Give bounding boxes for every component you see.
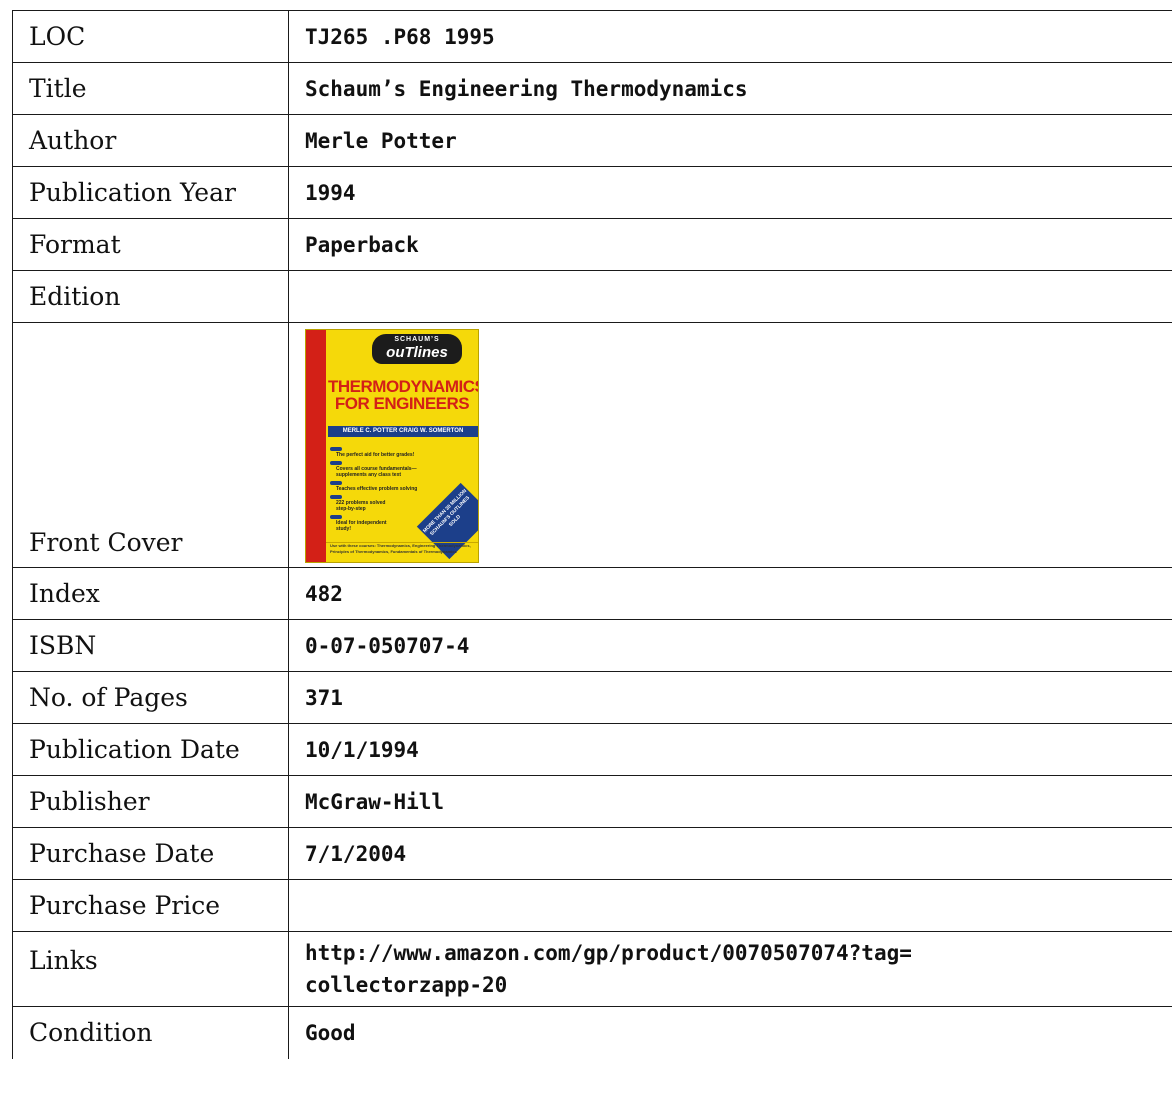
label-title: Title — [12, 62, 289, 115]
cover-title-line1: THERMODYNAMICS — [328, 377, 479, 396]
value-isbn: 0-07-050707-4 — [288, 619, 1172, 672]
label-purchase-price: Purchase Price — [12, 879, 289, 932]
value-publication-date: 10/1/1994 — [288, 723, 1172, 776]
value-pages: 371 — [288, 671, 1172, 724]
label-condition: Condition — [12, 1006, 289, 1059]
cover-spine — [306, 330, 326, 562]
cover-bullet: Covers all course fundamentals— suppleme… — [330, 461, 420, 478]
label-edition: Edition — [12, 270, 289, 323]
row-isbn: ISBN 0-07-050707-4 — [12, 619, 1172, 672]
value-author: Merle Potter — [288, 114, 1172, 167]
value-index: 482 — [288, 567, 1172, 620]
cover-bullet: The perfect aid for better grades! — [330, 447, 456, 458]
cover-bullet: 222 problems solved step-by-step — [330, 495, 396, 512]
row-pages: No. of Pages 371 — [12, 671, 1172, 724]
cover-title: THERMODYNAMICS FOR ENGINEERS — [328, 377, 479, 413]
link-line-2[interactable]: collectorzapp-20 — [305, 969, 1156, 1001]
row-purchase-date: Purchase Date 7/1/2004 — [12, 827, 1172, 880]
value-purchase-price — [288, 879, 1172, 932]
label-index: Index — [12, 567, 289, 620]
row-loc: LOC TJ265 .P68 1995 — [12, 10, 1172, 63]
value-loc: TJ265 .P68 1995 — [288, 10, 1172, 63]
cover-title-line2: FOR ENGINEERS — [334, 394, 470, 413]
row-edition: Edition — [12, 270, 1172, 323]
value-purchase-date: 7/1/2004 — [288, 827, 1172, 880]
label-publisher: Publisher — [12, 775, 289, 828]
label-publication-date: Publication Date — [12, 723, 289, 776]
link-line-1[interactable]: http://www.amazon.com/gp/product/0070507… — [305, 937, 1156, 969]
label-front-cover: Front Cover — [12, 322, 289, 568]
row-author: Author Merle Potter — [12, 114, 1172, 167]
row-publication-date: Publication Date 10/1/1994 — [12, 723, 1172, 776]
cover-bullet: Ideal for independent study! — [330, 515, 396, 532]
front-cover-image: SCHAUM’S ouTlines THERMODYNAMICS FOR ENG… — [305, 329, 479, 563]
value-edition — [288, 270, 1172, 323]
label-author: Author — [12, 114, 289, 167]
cover-series-logo: SCHAUM’S ouTlines — [372, 334, 462, 364]
value-condition: Good — [288, 1006, 1172, 1059]
cover-footer: Use with these courses: Thermodynamics, … — [326, 542, 478, 562]
label-format: Format — [12, 218, 289, 271]
value-front-cover: SCHAUM’S ouTlines THERMODYNAMICS FOR ENG… — [288, 322, 1172, 568]
label-loc: LOC — [12, 10, 289, 63]
row-publication-year: Publication Year 1994 — [12, 166, 1172, 219]
label-publication-year: Publication Year — [12, 166, 289, 219]
label-purchase-date: Purchase Date — [12, 827, 289, 880]
row-index: Index 482 — [12, 567, 1172, 620]
cover-authors: MERLE C. POTTER CRAIG W. SOMERTON — [328, 426, 478, 437]
row-condition: Condition Good — [12, 1006, 1172, 1059]
row-purchase-price: Purchase Price — [12, 879, 1172, 932]
label-isbn: ISBN — [12, 619, 289, 672]
value-title: Schaum’s Engineering Thermodynamics — [288, 62, 1172, 115]
row-format: Format Paperback — [12, 218, 1172, 271]
cover-series-main: ouTlines — [386, 344, 448, 361]
value-format: Paperback — [288, 218, 1172, 271]
row-publisher: Publisher McGraw-Hill — [12, 775, 1172, 828]
row-front-cover: Front Cover SCHAUM’S ouTlines THERMODYNA… — [12, 322, 1172, 568]
cover-bullet: Teaches effective problem solving — [330, 481, 456, 492]
row-links: Links http://www.amazon.com/gp/product/0… — [12, 931, 1172, 1007]
book-details-table: LOC TJ265 .P68 1995 Title Schaum’s Engin… — [12, 10, 1172, 1059]
label-pages: No. of Pages — [12, 671, 289, 724]
row-title: Title Schaum’s Engineering Thermodynamic… — [12, 62, 1172, 115]
value-publisher: McGraw-Hill — [288, 775, 1172, 828]
value-links[interactable]: http://www.amazon.com/gp/product/0070507… — [288, 931, 1172, 1007]
value-publication-year: 1994 — [288, 166, 1172, 219]
label-links: Links — [12, 931, 289, 1007]
